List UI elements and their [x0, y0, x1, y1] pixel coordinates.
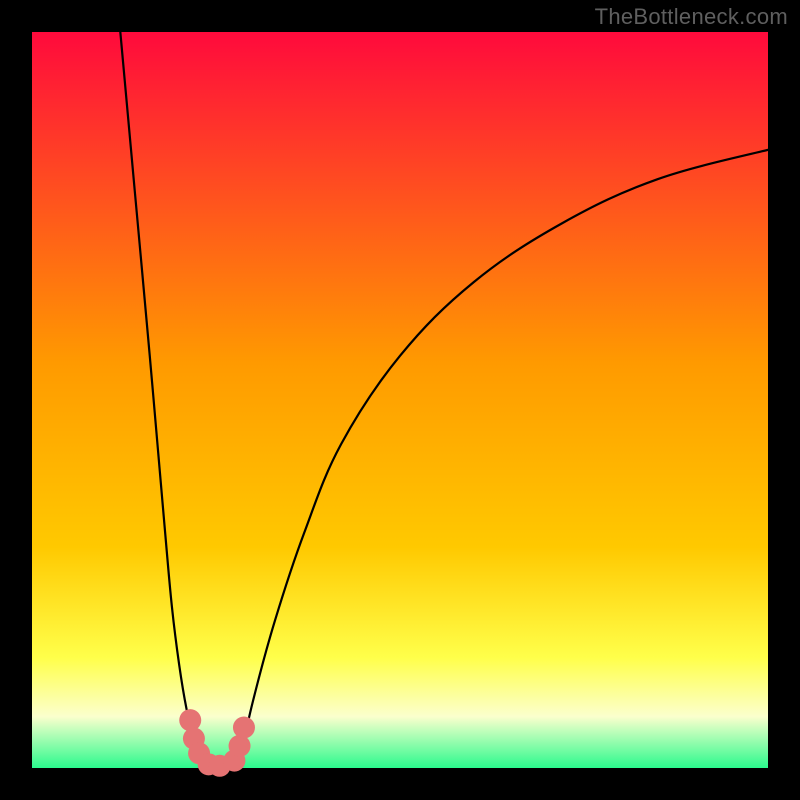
data-marker — [229, 735, 251, 757]
data-marker — [179, 709, 201, 731]
watermark-text: TheBottleneck.com — [595, 4, 788, 30]
data-marker — [233, 717, 255, 739]
bottleneck-chart — [0, 0, 800, 800]
chart-frame: TheBottleneck.com — [0, 0, 800, 800]
plot-area — [32, 32, 768, 768]
